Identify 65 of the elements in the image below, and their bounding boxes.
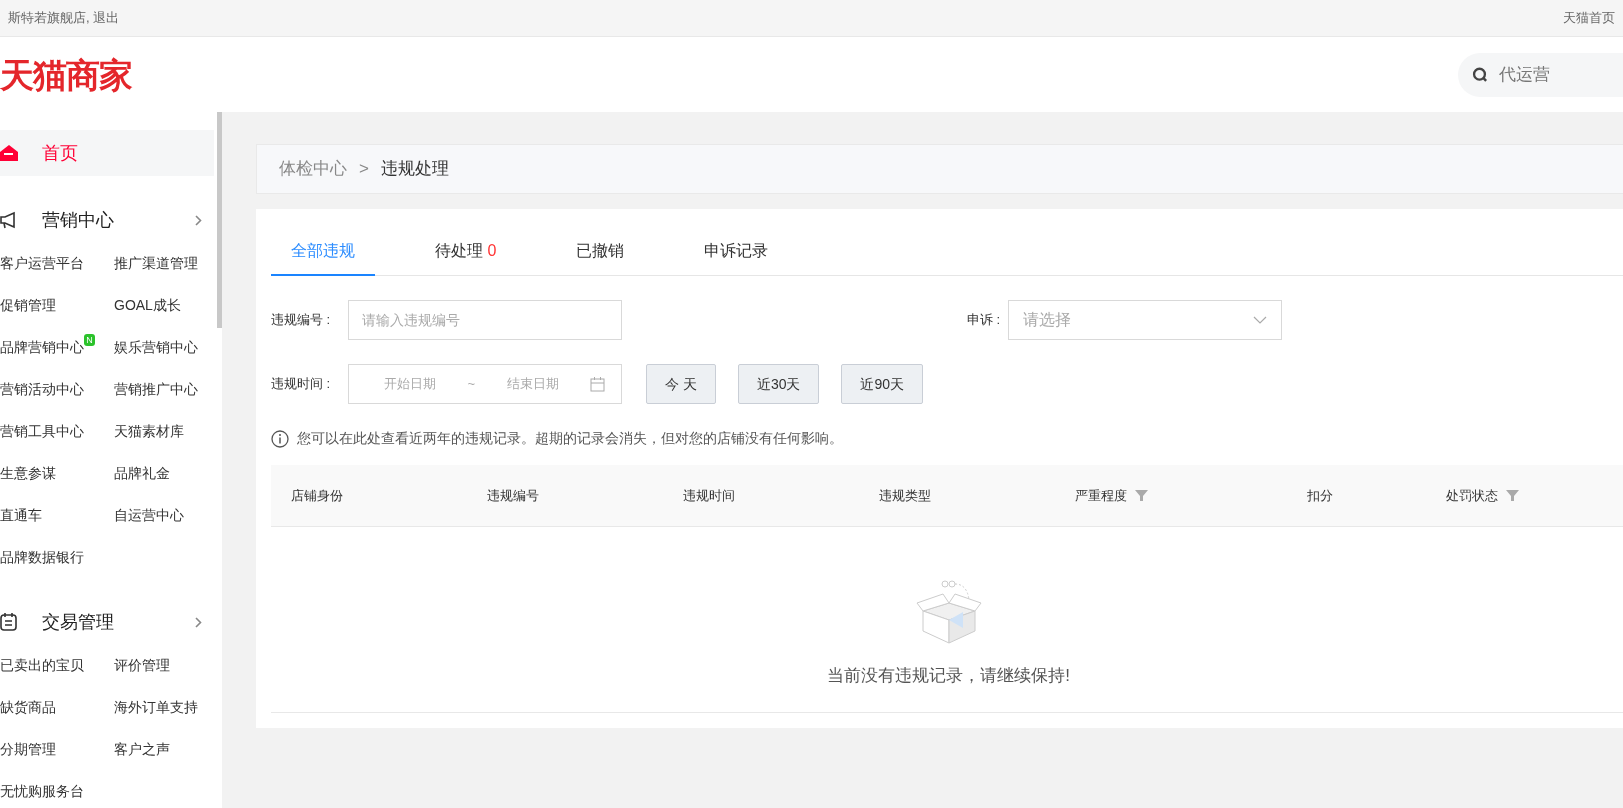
sidebar-link[interactable]: 品牌数据银行 <box>0 546 84 568</box>
column-header: 违规类型 <box>879 486 931 505</box>
calendar-icon <box>590 376 605 392</box>
tab[interactable]: 已撤销 <box>556 227 645 276</box>
violation-number-input[interactable]: 请输入违规编号 <box>348 300 622 340</box>
sidebar-link[interactable]: 分期管理 <box>0 738 56 760</box>
field-label: 违规时间 : <box>271 375 332 394</box>
tab[interactable]: 申诉记录 <box>684 227 789 276</box>
empty-box-icon <box>914 578 983 647</box>
tab[interactable]: 待处理 0 <box>415 227 517 276</box>
column-header: 店铺身份 <box>291 486 343 505</box>
sidebar-item[interactable]: 首页 <box>0 130 214 176</box>
notice-text: 您可以在此处查看近两年的违规记录。超期的记录会消失，但对您的店铺没有任何影响。 <box>297 429 843 448</box>
column-header: 违规编号 <box>487 486 539 505</box>
house-icon <box>0 144 18 162</box>
sidebar-link[interactable]: 客户之声 <box>114 738 170 760</box>
sidebar-link[interactable]: 推广渠道管理 <box>114 252 198 274</box>
chevron-down-icon <box>1253 316 1268 324</box>
column-header: 违规时间 <box>683 486 735 505</box>
section-title: 营销中心 <box>42 208 114 232</box>
column-header: 处罚状态 <box>1446 486 1498 505</box>
search-field[interactable]: 代运营 <box>1458 52 1623 97</box>
sidebar-link[interactable]: 营销工具中心 <box>0 420 84 442</box>
top-link[interactable]: 天猫首页 <box>1563 8 1615 28</box>
sidebar-link[interactable]: 品牌营销中心 <box>0 336 84 358</box>
search-input[interactable]: 代运营 <box>1496 60 1623 89</box>
breadcrumb-item: 违规处理 <box>380 158 449 181</box>
field-label: 违规编号 : <box>271 311 332 330</box>
date-separator: ~ <box>467 375 476 394</box>
sidebar-link[interactable]: 评价管理 <box>114 654 170 676</box>
sidebar-link[interactable]: 无忧购服务台 <box>0 780 84 802</box>
date-range-button[interactable]: 今 天 <box>646 364 716 404</box>
account-text: 斯特若旗舰店, 退出 <box>8 9 120 28</box>
sidebar-link[interactable]: 娱乐营销中心 <box>114 336 198 358</box>
column-header: 扣分 <box>1307 486 1333 505</box>
list-icon <box>0 613 18 631</box>
column-header: 严重程度 <box>1075 486 1127 505</box>
scrollbar-thumb[interactable] <box>217 112 222 328</box>
megaphone-icon <box>0 211 18 229</box>
sidebar-link[interactable]: 直通车 <box>0 504 42 526</box>
empty-message: 当前没有违规记录，请继续保持! <box>827 664 1070 687</box>
sidebar-link[interactable]: 生意参谋 <box>0 462 56 484</box>
sidebar-link[interactable]: 品牌礼金 <box>114 462 170 484</box>
filter-icon[interactable] <box>1135 490 1148 501</box>
sidebar-link[interactable]: 客户运营平台 <box>0 252 84 274</box>
new-badge: N <box>84 334 95 346</box>
sidebar-link[interactable]: 海外订单支持 <box>114 696 198 718</box>
field-label: 申诉 : <box>967 311 1001 330</box>
breadcrumb-separator: > <box>359 158 369 181</box>
sidebar-link[interactable]: 已卖出的宝贝 <box>0 654 84 676</box>
sidebar-link[interactable]: 营销推广中心 <box>114 378 198 400</box>
section-title: 交易管理 <box>42 610 114 634</box>
sidebar-link[interactable]: 天猫素材库 <box>114 420 184 442</box>
sidebar-link[interactable]: 自运营中心 <box>114 504 184 526</box>
sidebar-link[interactable]: 促销管理 <box>0 294 56 316</box>
chevron-right-icon <box>195 616 202 628</box>
date-range-button[interactable]: 近90天 <box>841 364 924 404</box>
select-placeholder: 请选择 <box>1023 310 1072 330</box>
chevron-right-icon <box>195 214 202 226</box>
date-range-button[interactable]: 近30天 <box>737 364 820 404</box>
sidebar-link[interactable]: 缺货商品 <box>0 696 56 718</box>
filter-icon[interactable] <box>1506 490 1519 501</box>
sidebar-link[interactable]: GOAL成长 <box>114 294 181 316</box>
info-icon <box>271 429 289 448</box>
sidebar-link[interactable]: 营销活动中心 <box>0 378 84 400</box>
